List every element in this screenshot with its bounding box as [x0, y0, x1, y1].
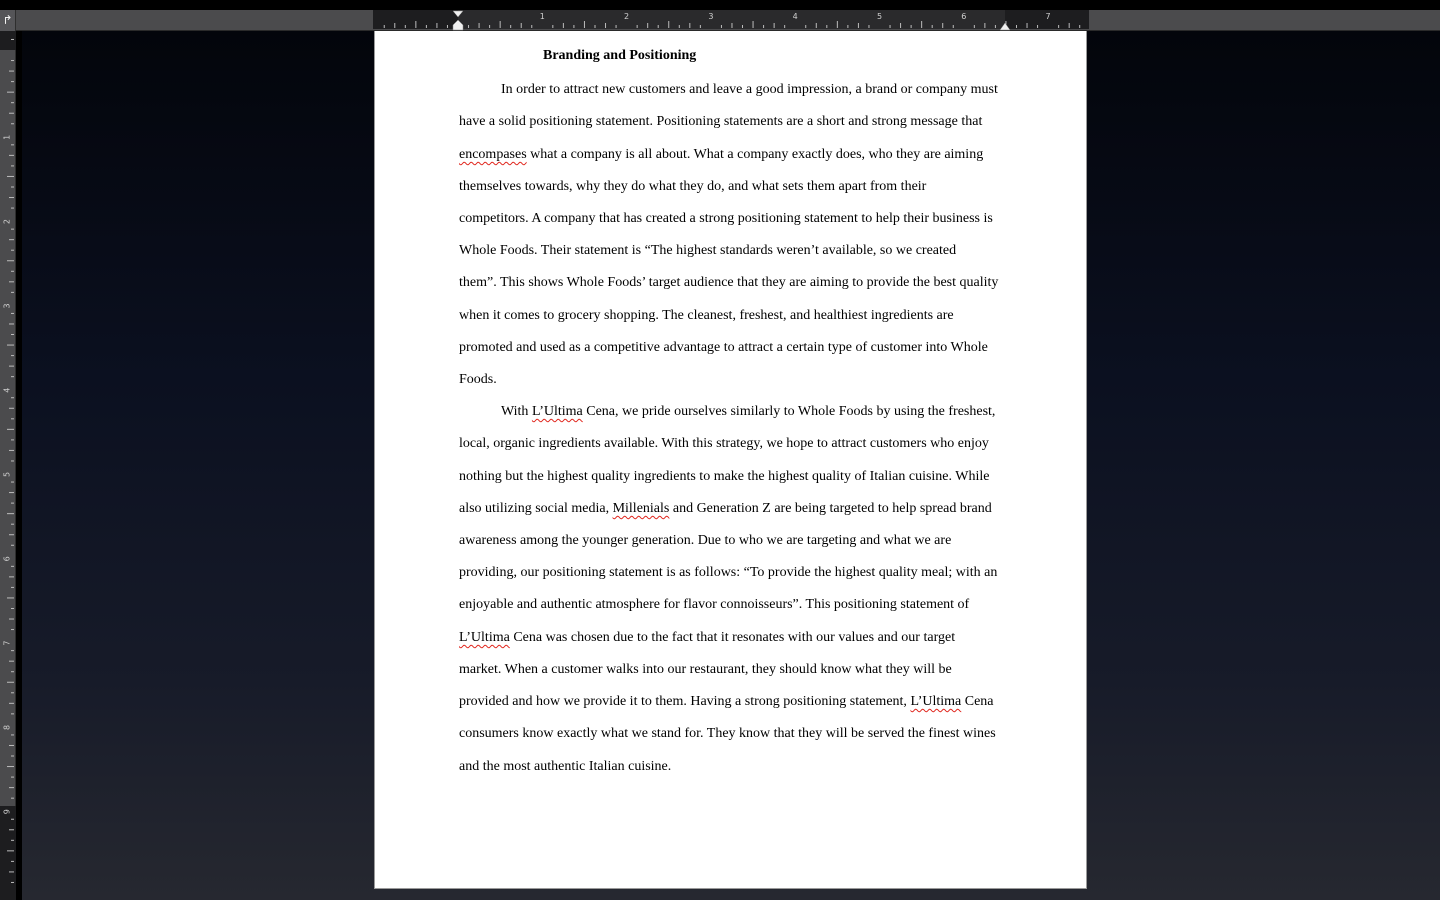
text-run: and the most authentic Italian cuisine.: [459, 759, 672, 774]
right-indent-marker[interactable]: [999, 22, 1011, 31]
text-run: In order to attract new customers and le…: [501, 82, 998, 97]
paragraph-line: Whole Foods. Their statement is “The hig…: [459, 242, 956, 260]
paragraph-line: also utilizing social media, Millenials …: [459, 500, 992, 518]
text-run: enjoyable and authentic atmosphere for f…: [459, 597, 970, 612]
ruler-number: 2: [624, 12, 629, 21]
paragraph-line: themselves towards, why they do what the…: [459, 178, 926, 196]
text-run: them”. This shows Whole Foods’ target au…: [459, 275, 999, 290]
paragraph-line: encompases what a company is all about. …: [459, 146, 983, 164]
misspelled-word: L’Ultima: [459, 630, 510, 645]
text-run: market. When a customer walks into our r…: [459, 662, 952, 677]
text-run: Cena, we pride ourselves similarly to Wh…: [582, 404, 996, 419]
paragraph-line: L’Ultima Cena was chosen due to the fact…: [459, 629, 955, 647]
window-top-strip: [0, 0, 1440, 10]
document-title: Branding and Positioning: [543, 48, 697, 63]
first-line-indent-marker[interactable]: [452, 10, 464, 18]
horizontal-ruler-ticks[interactable]: 1 2 3 4 5 6 7: [0, 10, 1440, 31]
paragraph-line: competitors. A company that has created …: [459, 210, 993, 228]
text-run: and Generation Z are being targeted to h…: [669, 501, 992, 516]
paragraph-line: With L’Ultima Cena, we pride ourselves s…: [501, 403, 995, 421]
misspelled-word: L’Ultima: [910, 694, 962, 709]
text-run: Whole Foods. Their statement is “The hig…: [459, 243, 957, 258]
ruler-number: 3: [708, 12, 713, 21]
ruler-number: 4: [3, 388, 12, 393]
paragraph-line: consumers know exactly what we stand for…: [459, 725, 996, 743]
paragraph-line: promoted and used as a competitive advan…: [459, 339, 988, 357]
ruler-number: 5: [877, 12, 882, 21]
text-run: awareness among the younger generation. …: [459, 533, 952, 548]
misspelled-word: Millenials: [612, 501, 670, 516]
paragraph-line: enjoyable and authentic atmosphere for f…: [459, 596, 969, 614]
text-run: Foods.: [459, 372, 497, 387]
ruler-number: 2: [3, 219, 12, 224]
text-run: have a solid positioning statement. Posi…: [459, 114, 983, 129]
text-run: consumers know exactly what we stand for…: [459, 726, 996, 741]
paragraph-line: In order to attract new customers and le…: [501, 81, 998, 99]
ruler-number: 1: [3, 135, 12, 140]
ruler-number: 7: [3, 641, 12, 646]
vertical-ruler-ticks[interactable]: 1 2 3 4 5 6 7 8 9: [0, 31, 16, 900]
paragraph-line: market. When a customer walks into our r…: [459, 661, 952, 679]
document-page[interactable]: Branding and Positioning In order to att…: [374, 31, 1087, 889]
paragraph-line: providing, our positioning statement is …: [459, 564, 997, 582]
ruler-number: 9: [3, 809, 12, 814]
ruler-number: 3: [3, 303, 12, 308]
ruler-number: 6: [3, 556, 12, 561]
paragraph-line: Foods.: [459, 371, 497, 389]
paragraph-line: local, organic ingredients available. Wi…: [459, 435, 989, 453]
ruler-number: 7: [1046, 12, 1051, 21]
paragraph-line: have a solid positioning statement. Posi…: [459, 113, 982, 131]
paragraph-line: awareness among the younger generation. …: [459, 532, 951, 550]
text-run: when it comes to grocery shopping. The c…: [459, 308, 954, 323]
text-run: Cena was chosen due to the fact that it …: [509, 630, 956, 645]
text-run: also utilizing social media,: [459, 501, 613, 516]
misspelled-word: L’Ultima: [531, 404, 583, 419]
text-run: what a company is all about. What a comp…: [526, 147, 984, 162]
ruler-number: 1: [540, 12, 545, 21]
paragraph-line: provided and how we provide it to them. …: [459, 693, 994, 711]
paragraph-line: them”. This shows Whole Foods’ target au…: [459, 274, 998, 292]
ruler-number: 8: [3, 725, 12, 730]
paragraph-line: when it comes to grocery shopping. The c…: [459, 307, 954, 325]
text-run: local, organic ingredients available. Wi…: [459, 436, 989, 451]
left-indent-marker[interactable]: [452, 19, 464, 31]
text-run: Cena: [961, 694, 994, 709]
text-run: competitors. A company that has created …: [459, 211, 993, 226]
text-run: themselves towards, why they do what the…: [459, 179, 927, 194]
ruler-number: 5: [3, 472, 12, 477]
paragraph-line: nothing but the highest quality ingredie…: [459, 468, 989, 486]
ruler-number: 6: [961, 12, 966, 21]
tab-stop-selector[interactable]: ↱: [0, 10, 16, 31]
text-run: providing, our positioning statement is …: [459, 565, 998, 580]
ruler-number: 4: [793, 12, 798, 21]
text-run: promoted and used as a competitive advan…: [459, 340, 988, 355]
text-run: With: [501, 404, 532, 419]
text-run: nothing but the highest quality ingredie…: [459, 469, 990, 484]
left-tab-stop-icon: ↱: [2, 13, 13, 27]
misspelled-word: encompases: [459, 147, 527, 162]
paragraph-line: and the most authentic Italian cuisine.: [459, 758, 671, 776]
text-run: provided and how we provide it to them. …: [459, 694, 911, 709]
